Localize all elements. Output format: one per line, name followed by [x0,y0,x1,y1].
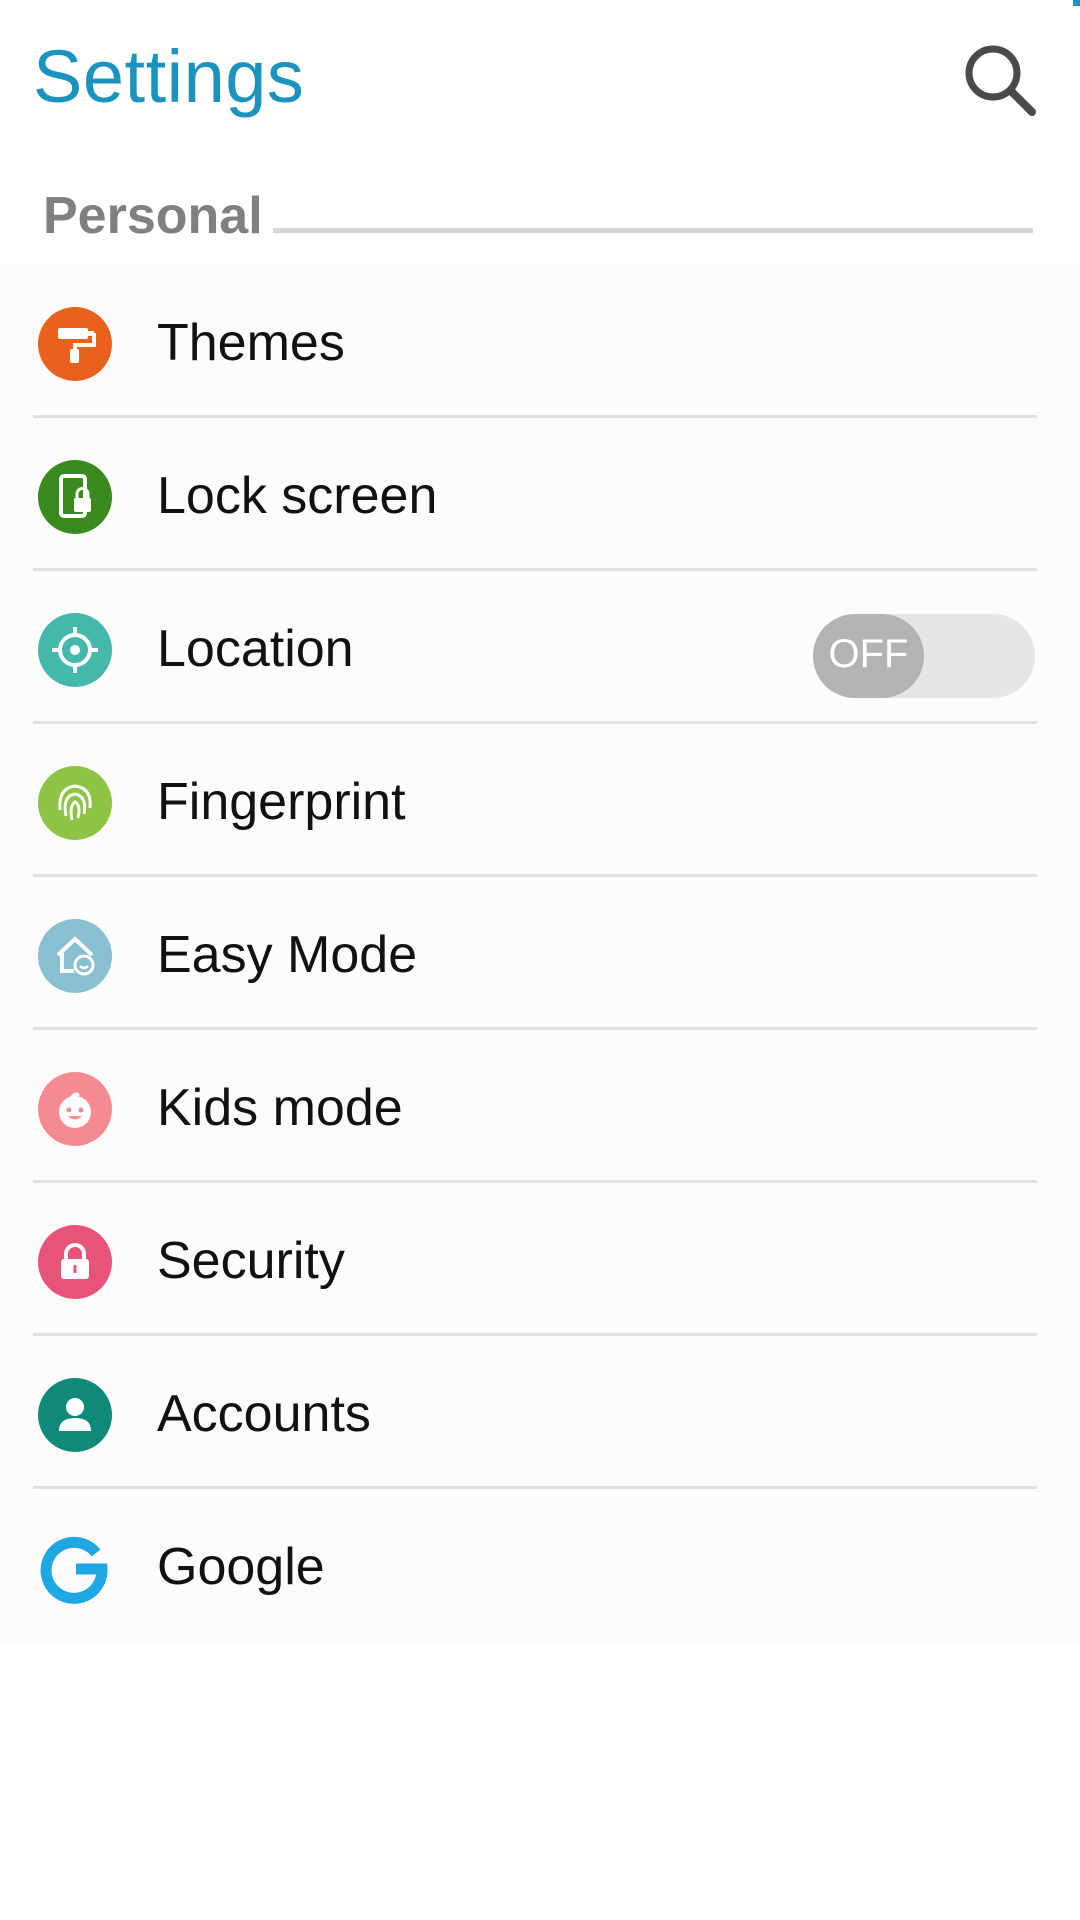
settings-item-fingerprint[interactable]: Fingerprint [0,724,1080,877]
phone-lock-icon [38,460,112,534]
settings-item-label: Security [157,1232,345,1290]
settings-item-lock-screen[interactable]: Lock screen [0,418,1080,571]
person-icon [38,1378,112,1452]
app-bar: Settings [0,0,1080,180]
house-smile-icon [38,919,112,993]
crosshair-icon [38,613,112,687]
settings-item-easy-mode[interactable]: Easy Mode [0,877,1080,1030]
settings-item-accounts[interactable]: Accounts [0,1336,1080,1489]
section-header-personal: Personal [43,186,1043,246]
page-title: Settings [33,35,305,118]
settings-item-label: Accounts [157,1385,371,1443]
paint-roller-icon [38,307,112,381]
settings-item-label: Location [157,620,354,678]
settings-item-label: Lock screen [157,467,438,525]
settings-item-kids-mode[interactable]: Kids mode [0,1030,1080,1183]
settings-item-security[interactable]: Security [0,1183,1080,1336]
search-button[interactable] [960,40,1040,120]
fingerprint-icon [38,766,112,840]
settings-item-label: Easy Mode [157,926,418,984]
settings-item-label: Fingerprint [157,773,406,831]
settings-list: Themes Lock screen Location OFF Fingerpr… [0,265,1080,1642]
padlock-icon [38,1225,112,1299]
settings-item-location[interactable]: Location OFF [0,571,1080,724]
settings-item-google[interactable]: Google [0,1489,1080,1642]
settings-screen: Settings Personal Themes Lock screen Loc… [0,0,1080,1920]
settings-item-themes[interactable]: Themes [0,265,1080,418]
google-g-icon [38,1531,112,1605]
kid-face-icon [38,1072,112,1146]
search-icon [965,45,1036,116]
settings-item-label: Kids mode [157,1079,403,1137]
toggle-state-label: OFF [828,632,909,676]
location-toggle[interactable]: OFF [813,614,1035,698]
settings-item-label: Themes [157,314,345,372]
settings-item-label: Google [157,1538,325,1596]
section-divider [273,228,1033,233]
section-label: Personal [43,187,263,245]
